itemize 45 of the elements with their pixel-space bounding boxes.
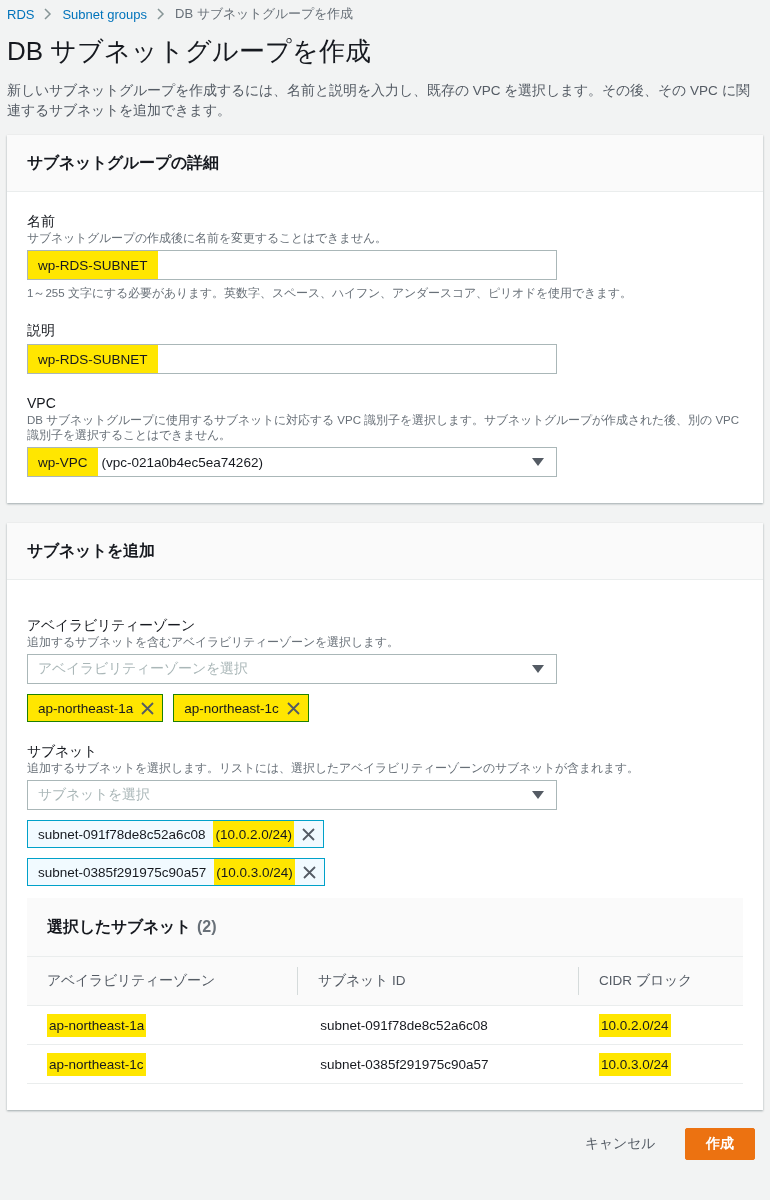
table-count: (2)	[197, 918, 217, 936]
input-field[interactable]: wp-RDS-SUBNET	[27, 250, 557, 280]
field-description: サブネットグループの作成後に名前を変更することはできません。	[27, 231, 388, 246]
breadcrumb-link[interactable]: RDS	[7, 6, 35, 22]
table-title: 選択したサブネット	[47, 916, 191, 937]
close-icon[interactable]	[302, 865, 316, 879]
field-description: 追加するサブネットを選択します。リストには、選択したアベイラビリティーゾーンのサブネットが含まれます。	[27, 761, 640, 776]
breadcrumb-current: DB サブネットグループを作成	[175, 5, 353, 23]
caret-down-icon	[532, 458, 544, 466]
field-label: VPC	[27, 394, 57, 413]
page-title: DB サブネットグループを作成	[7, 35, 373, 68]
caret-down-icon	[532, 665, 544, 673]
panel-title: サブネットグループの詳細	[27, 152, 219, 173]
page-description: 新しいサブネットグループを作成するには、名前と説明を入力し、既存の VPC を選択します。その後、その VPC に関連するサブネットを追加できます。	[7, 82, 751, 120]
field-description: DB サブネットグループに使用するサブネットに対応する VPC 識別子を選択します。サブネットグループが作成された後、別の VPC 識別子を選択することはできません。	[27, 413, 741, 443]
field-constraint: 1～255 文字にする必要があります。英数字、スペース、ハイフン、アンダースコア、ピリオドを使用できます。	[27, 286, 633, 301]
caret-down-icon	[532, 791, 544, 799]
cancel-button[interactable]: キャンセル	[571, 1129, 669, 1159]
subnet-token[interactable]: subnet-0385f291975c90a57 (10.0.3.0/24)	[27, 858, 325, 886]
close-icon[interactable]	[301, 827, 315, 841]
input-field[interactable]: wp-RDS-SUBNET	[27, 344, 557, 374]
close-icon[interactable]	[141, 701, 155, 715]
field-label: 説明	[27, 321, 56, 340]
table-cell: 10.0.2.0/24	[598, 1013, 671, 1037]
subnet-token[interactable]: subnet-091f78de8c52a6c08 (10.0.2.0/24)	[27, 820, 324, 848]
column-header: CIDR ブロック	[598, 971, 692, 990]
field-label: 名前	[27, 212, 56, 231]
column-header: アベイラビリティーゾーン	[47, 972, 215, 990]
close-icon[interactable]	[286, 701, 300, 715]
breadcrumb-link[interactable]: Subnet groups	[62, 6, 148, 22]
table-cell: ap-northeast-1a	[47, 1013, 147, 1037]
panel-title: サブネットを追加	[27, 540, 155, 561]
table-cell-text: subnet-091f78de8c52a6c08	[319, 1016, 489, 1035]
chevron-right-icon	[157, 8, 166, 20]
table-cell-text: subnet-0385f291975c90a57	[319, 1055, 490, 1074]
field-label: アベイラビリティーゾーン	[27, 616, 196, 635]
vpc-select[interactable]: wp-VPC (vpc-021a0b4ec5ea74262)	[27, 447, 557, 477]
field-description: 追加するサブネットを含むアベイラビリティーゾーンを選択します。	[27, 635, 400, 650]
table-cell: 10.0.3.0/24	[598, 1052, 671, 1076]
table-cell: ap-northeast-1c	[47, 1052, 146, 1076]
chevron-right-icon	[44, 8, 53, 20]
zone-token[interactable]: ap-northeast-1c	[173, 694, 309, 722]
zone-token[interactable]: ap-northeast-1a	[27, 694, 164, 722]
column-header: サブネット ID	[318, 971, 406, 990]
field-label: サブネット	[27, 742, 98, 761]
